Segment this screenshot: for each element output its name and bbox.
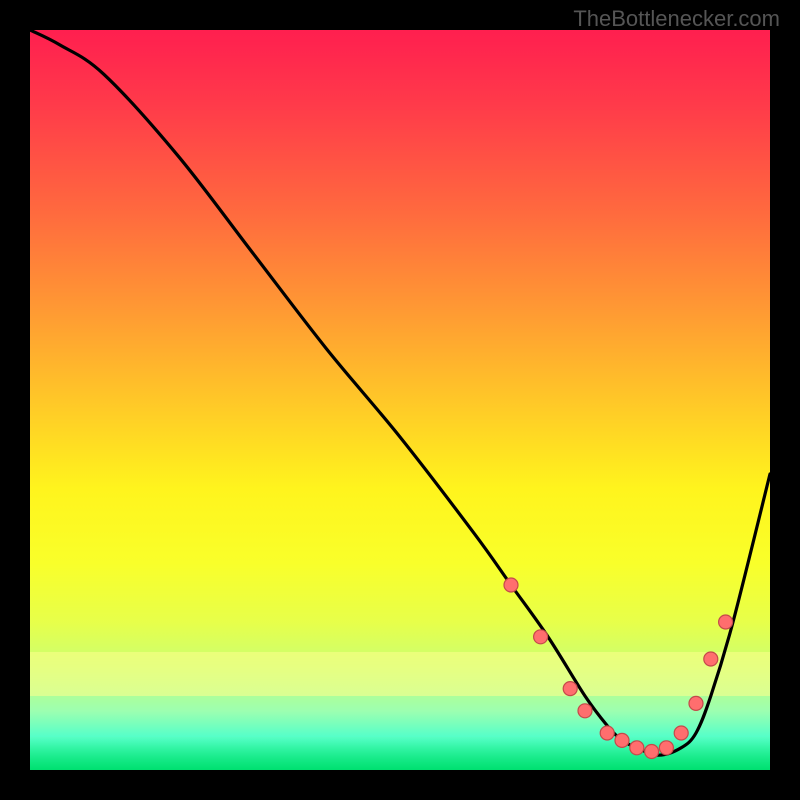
curve-marker [674,726,688,740]
curve-marker [615,733,629,747]
curve-marker [719,615,733,629]
curve-marker [689,696,703,710]
curve-marker [578,704,592,718]
bottleneck-curve [30,30,770,755]
curve-marker [659,741,673,755]
curve-marker [504,578,518,592]
curve-marker [563,682,577,696]
chart-svg [30,30,770,770]
curve-marker [645,745,659,759]
curve-marker [630,741,644,755]
curve-marker [534,630,548,644]
curve-marker [704,652,718,666]
curve-marker [600,726,614,740]
chart-area [30,30,770,770]
watermark-text: TheBottlenecker.com [573,6,780,32]
